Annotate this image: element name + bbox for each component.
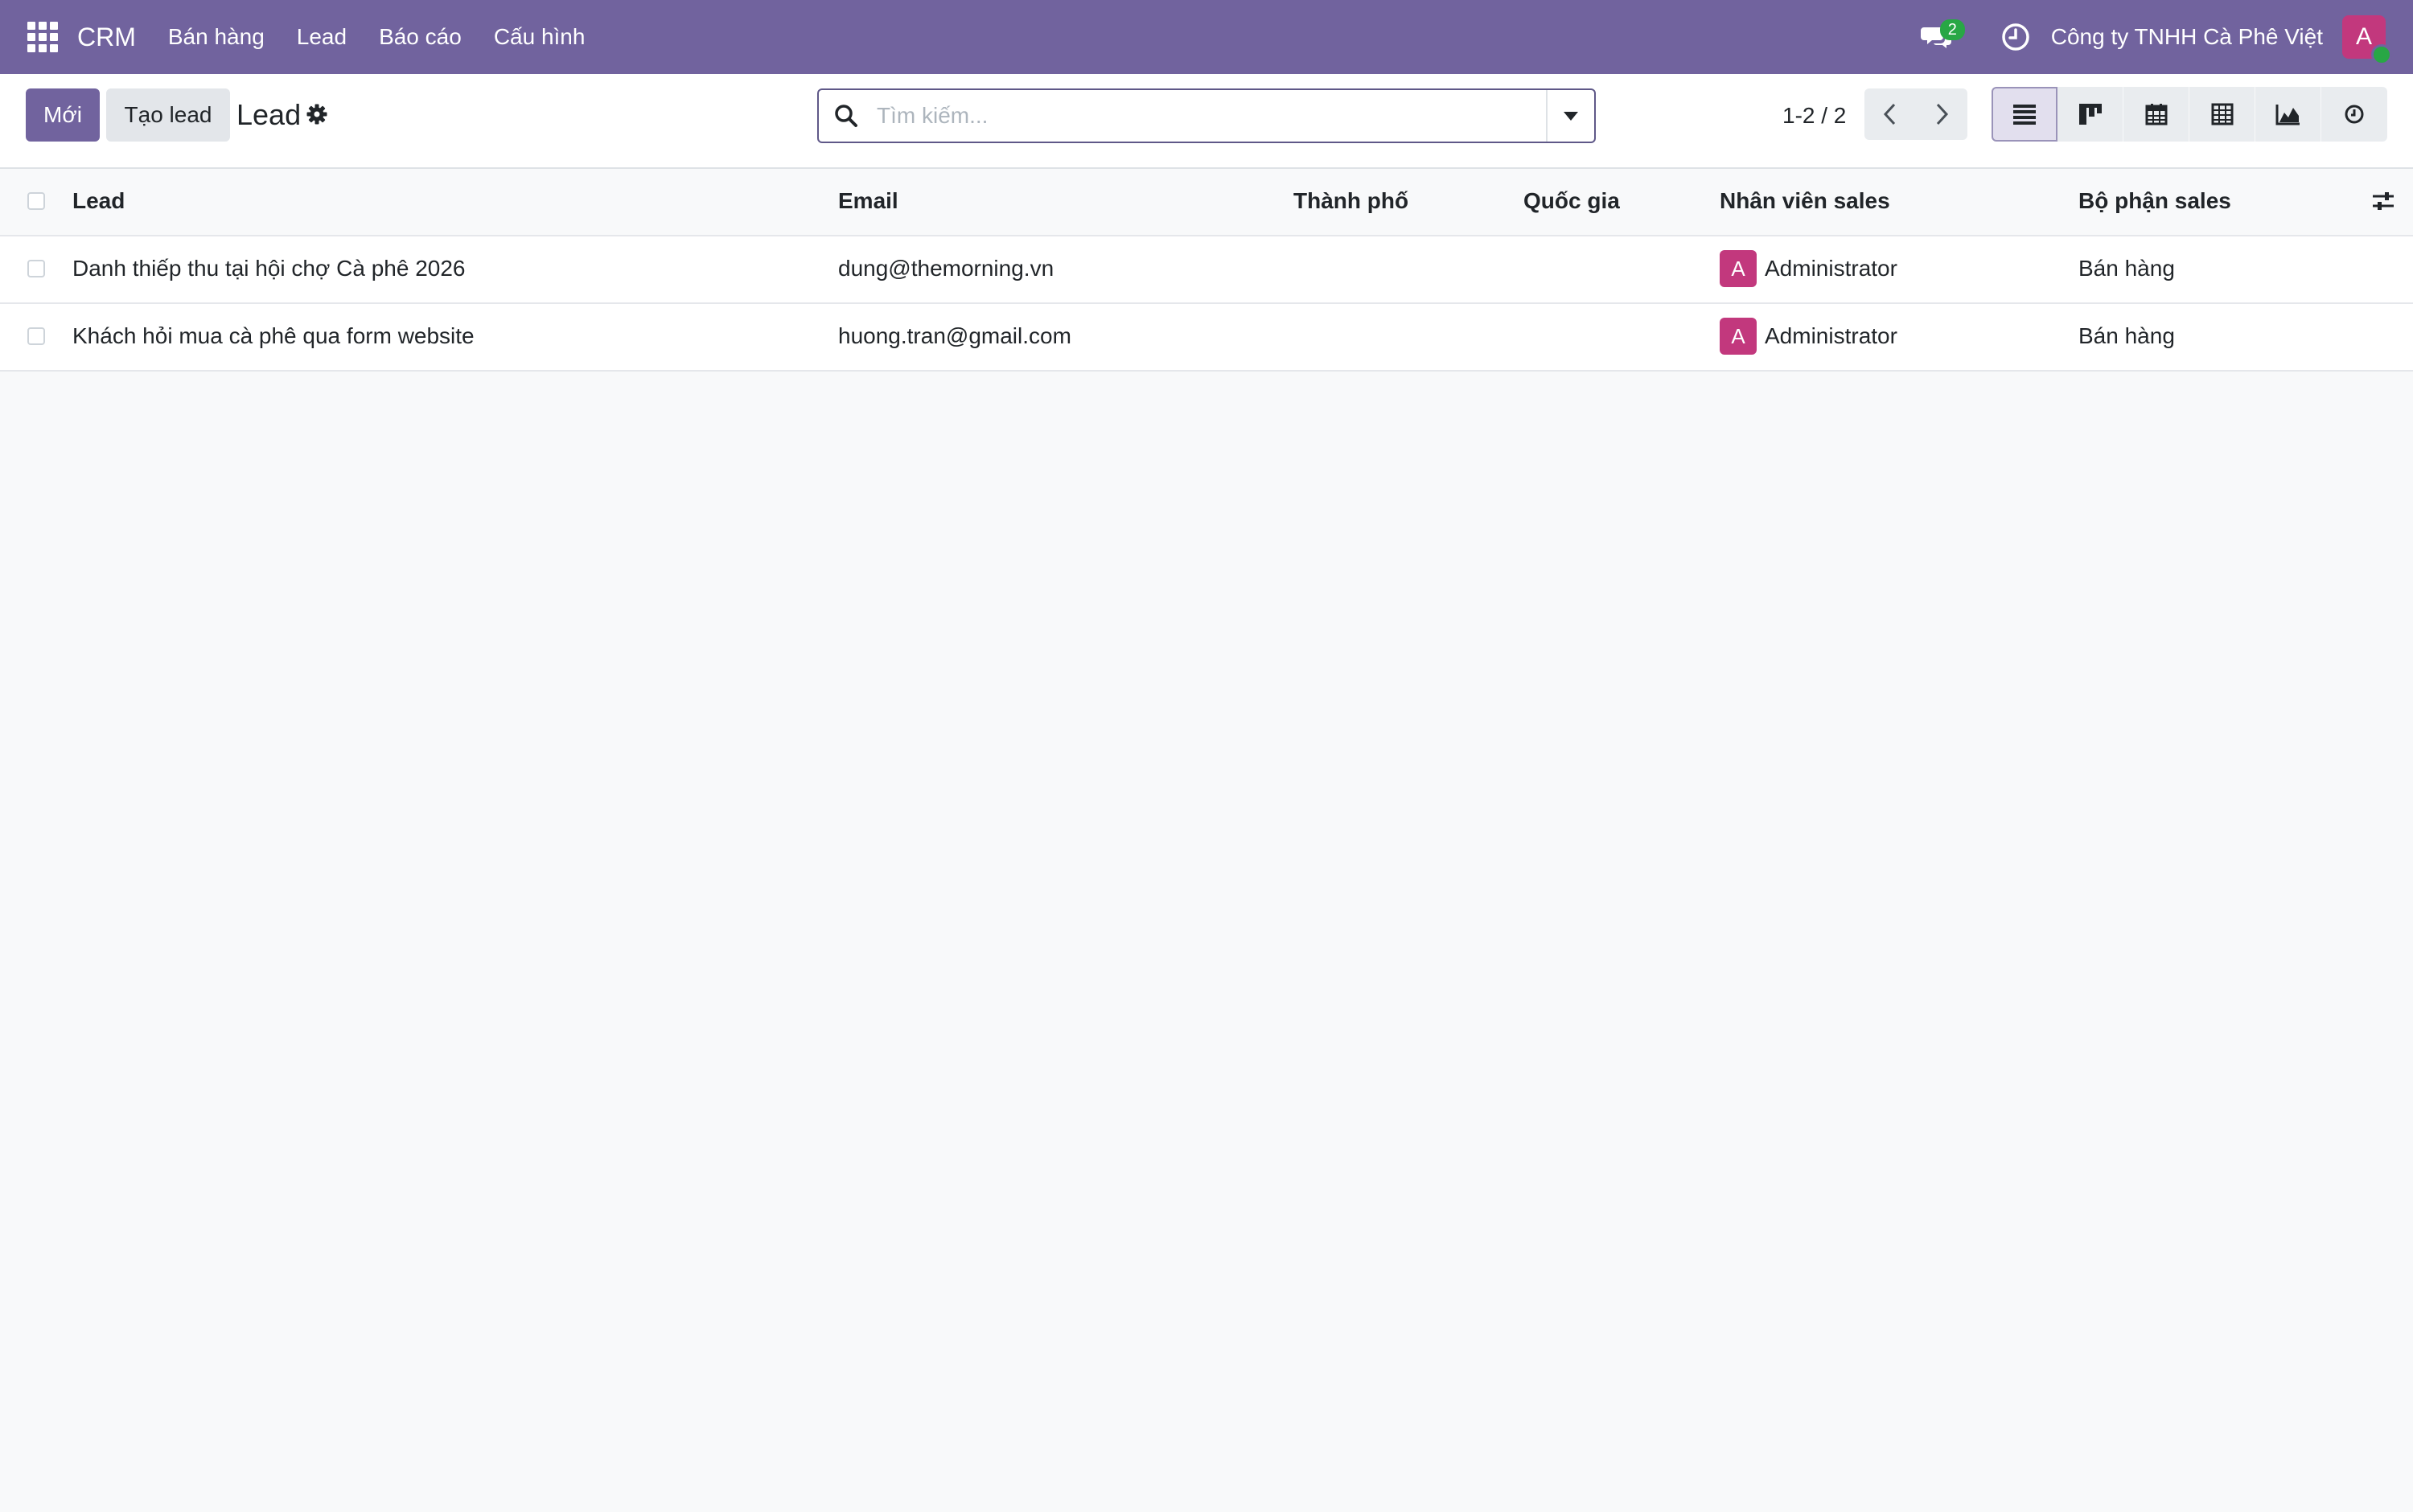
row-checkbox[interactable]	[27, 327, 45, 345]
menu-lead[interactable]: Lead	[281, 24, 363, 50]
control-panel: Mới Tạo lead Lead 1-2	[0, 74, 2413, 169]
caret-down-icon	[1564, 111, 1578, 121]
salesperson-avatar: A	[1720, 250, 1757, 287]
lead-email[interactable]: dung@themorning.vn	[838, 236, 1054, 301]
column-header-city[interactable]: Thành phố	[1293, 169, 1408, 233]
pager-value[interactable]: 1-2 / 2	[1782, 103, 1846, 129]
lead-name[interactable]: Khách hỏi mua cà phê qua form website	[72, 304, 475, 368]
chevron-left-icon	[1883, 103, 1896, 125]
user-avatar-initial: A	[2355, 23, 2372, 50]
salesperson-avatar: A	[1720, 318, 1757, 355]
activity-view-icon	[2345, 105, 2364, 124]
search-input[interactable]	[875, 102, 1546, 129]
menu-configuration[interactable]: Cấu hình	[478, 24, 602, 50]
calendar-view-button[interactable]	[2123, 87, 2189, 142]
table-row[interactable]: Khách hỏi mua cà phê qua form website hu…	[0, 304, 2413, 372]
lead-list: Lead Email Thành phố Quốc gia Nhân viên …	[0, 169, 2413, 372]
calendar-view-icon	[2145, 104, 2167, 125]
table-header: Lead Email Thành phố Quốc gia Nhân viên …	[0, 169, 2413, 236]
list-view-button[interactable]	[1992, 87, 2057, 142]
pivot-view-icon	[2211, 103, 2233, 125]
lead-salesperson[interactable]: A Administrator	[1720, 236, 1897, 301]
breadcrumb: Lead	[236, 98, 302, 131]
pivot-view-button[interactable]	[2189, 87, 2255, 142]
menu-reports[interactable]: Báo cáo	[363, 24, 478, 50]
column-header-email[interactable]: Email	[838, 169, 898, 233]
column-header-lead[interactable]: Lead	[72, 169, 125, 233]
lead-sales-team[interactable]: Bán hàng	[2078, 236, 2175, 301]
lead-sales-team[interactable]: Bán hàng	[2078, 304, 2175, 368]
salesperson-name: Administrator	[1765, 256, 1897, 281]
navbar-systray: 2 Công ty TNHH Cà Phê Việt A	[1920, 0, 2413, 74]
pager-previous-button[interactable]	[1864, 88, 1916, 140]
search-options-toggle[interactable]	[1546, 90, 1594, 142]
select-all-checkbox[interactable]	[27, 192, 45, 210]
chevron-right-icon	[1936, 103, 1949, 125]
graph-view-button[interactable]	[2255, 87, 2321, 142]
pager-next-button[interactable]	[1916, 88, 1967, 140]
chat-icon[interactable]: 2	[1920, 19, 1965, 53]
column-header-country[interactable]: Quốc gia	[1523, 169, 1620, 233]
top-navbar: CRM Bán hàng Lead Báo cáo Cấu hình 2 Côn…	[0, 0, 2413, 74]
search-bar	[817, 88, 1596, 143]
graph-view-icon	[2275, 105, 2300, 125]
column-header-sales-team[interactable]: Bộ phận sales	[2078, 169, 2231, 233]
row-checkbox[interactable]	[27, 260, 45, 277]
row-select-cell	[27, 236, 45, 301]
row-select-cell	[27, 304, 45, 368]
lead-name[interactable]: Danh thiếp thu tại hội chợ Cà phê 2026	[72, 236, 465, 301]
company-switcher[interactable]: Công ty TNHH Cà Phê Việt	[2051, 24, 2323, 50]
list-view-icon	[2013, 105, 2036, 125]
apps-grid-icon[interactable]	[27, 22, 58, 52]
lead-email[interactable]: huong.tran@gmail.com	[838, 304, 1071, 368]
gear-icon[interactable]	[306, 103, 328, 125]
lead-salesperson[interactable]: A Administrator	[1720, 304, 1897, 368]
column-header-salesperson[interactable]: Nhân viên sales	[1720, 169, 1890, 233]
search-icon	[835, 105, 857, 127]
kanban-view-button[interactable]	[2057, 87, 2123, 142]
kanban-view-icon	[2078, 104, 2102, 125]
salesperson-name: Administrator	[1765, 323, 1897, 348]
optional-columns-icon[interactable]	[2371, 169, 2395, 233]
app-brand[interactable]: CRM	[77, 23, 136, 52]
activity-view-button[interactable]	[2321, 87, 2387, 142]
clock-icon[interactable]	[2000, 21, 2032, 53]
view-switcher	[1992, 87, 2387, 142]
table-row[interactable]: Danh thiếp thu tại hội chợ Cà phê 2026 d…	[0, 236, 2413, 304]
create-lead-button[interactable]: Tạo lead	[106, 88, 230, 142]
new-button[interactable]: Mới	[26, 88, 100, 142]
user-avatar[interactable]: A	[2342, 15, 2392, 65]
menu-sales[interactable]: Bán hàng	[152, 24, 281, 50]
select-all-cell	[27, 169, 45, 233]
chat-count-badge: 2	[1939, 19, 1965, 40]
online-status-dot	[2371, 44, 2392, 65]
